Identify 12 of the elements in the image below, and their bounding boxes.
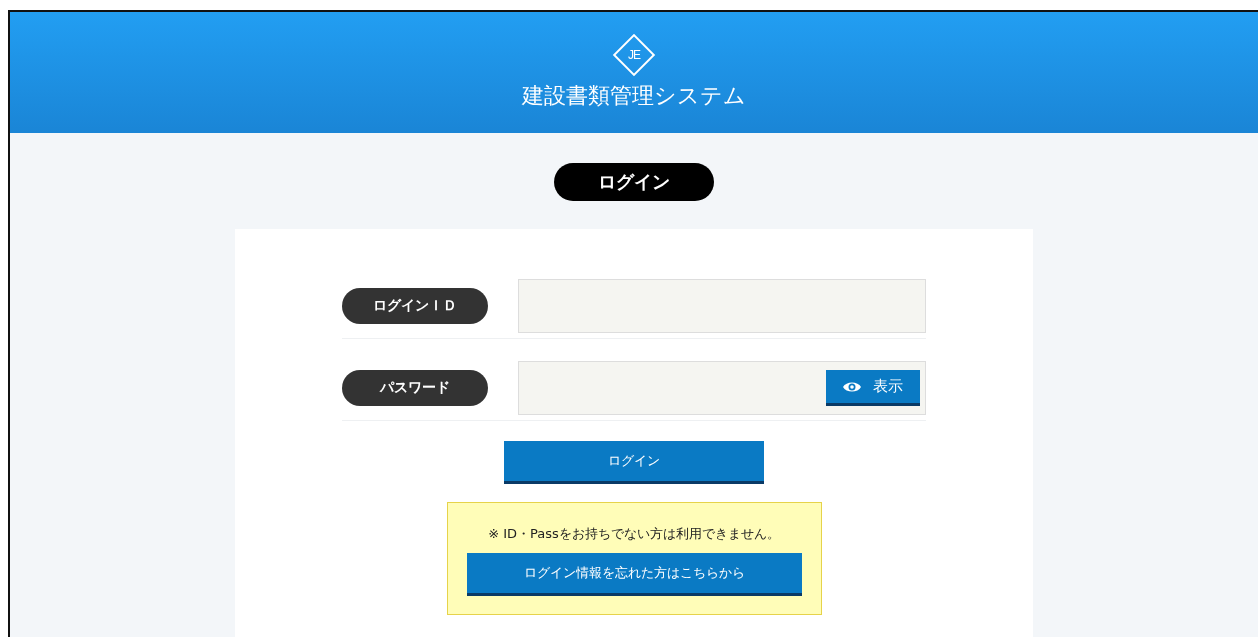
app-title: 建設書類管理システム (522, 81, 746, 110)
forgot-login-button[interactable]: ログイン情報を忘れた方はこちらから (466, 553, 802, 596)
password-field[interactable]: 表示 (518, 361, 926, 415)
notice-text: ※ ID・Passをお持ちでない方は利用できません。 (488, 525, 780, 543)
field-label: ログインＩＤ (342, 288, 488, 324)
logo: JE (614, 34, 654, 75)
eye-icon (843, 380, 861, 393)
show-password-button[interactable]: 表示 (826, 370, 920, 406)
page-heading: ログイン (554, 163, 714, 201)
login-button[interactable]: ログイン (504, 441, 764, 484)
field-label: パスワード (342, 370, 488, 406)
input-field[interactable] (518, 279, 926, 333)
